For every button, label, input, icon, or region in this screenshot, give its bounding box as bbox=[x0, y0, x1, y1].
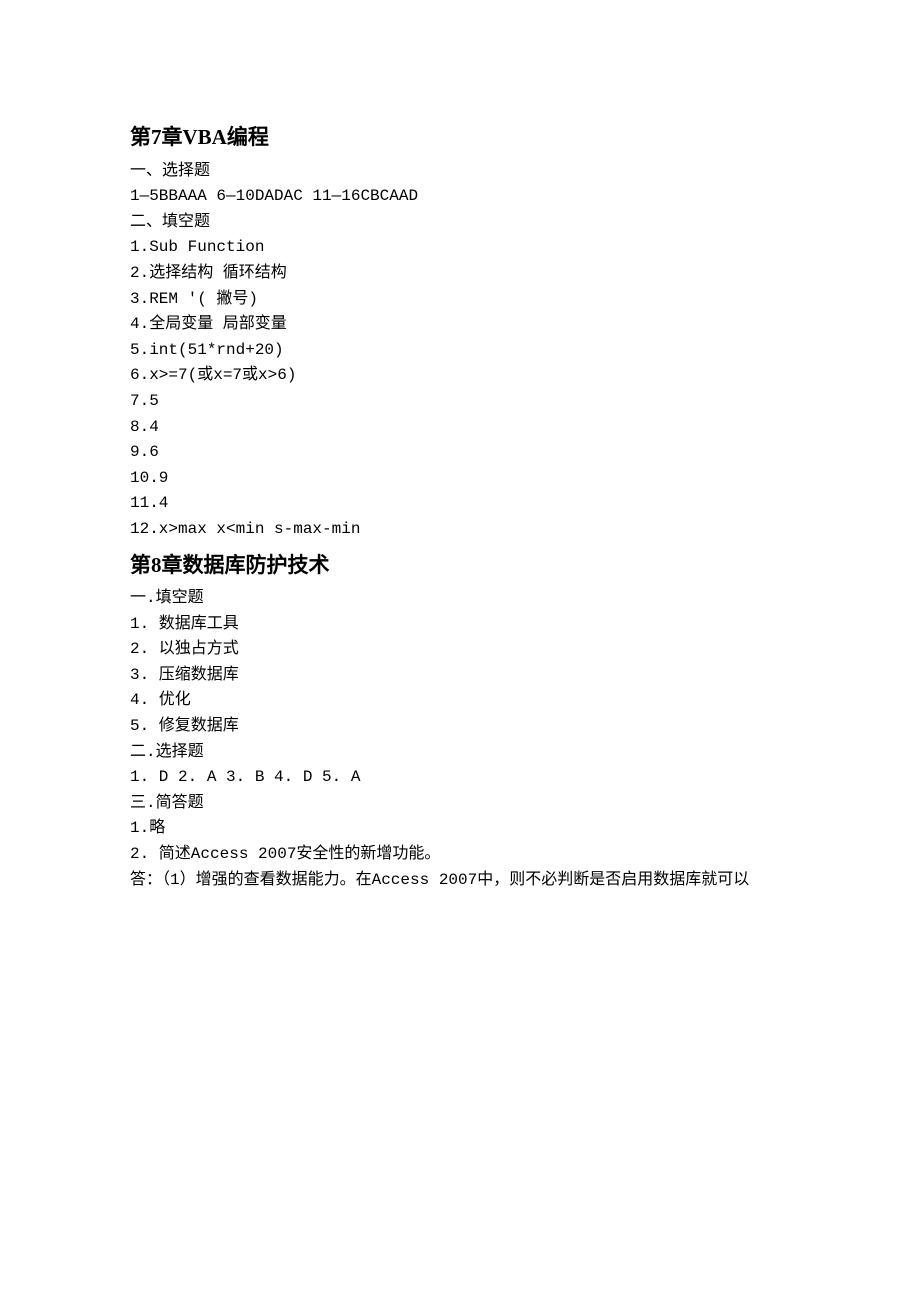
text-line: 8.4 bbox=[130, 415, 790, 441]
text-line: 9.6 bbox=[130, 440, 790, 466]
text-line: 2. 以独占方式 bbox=[130, 637, 790, 663]
document-page: 第7章VBA编程 一、选择题 1—5BBAAA 6—10DADAC 11—16C… bbox=[0, 0, 920, 1302]
text-line: 1. 数据库工具 bbox=[130, 612, 790, 638]
text-line: 2.选择结构 循环结构 bbox=[130, 261, 790, 287]
text-line: 5.int(51*rnd+20) bbox=[130, 338, 790, 364]
section-title: 二.选择题 bbox=[130, 740, 790, 766]
chapter-7-heading: 第7章VBA编程 bbox=[130, 121, 790, 155]
text-line: 答：（1）增强的查看数据能力。在Access 2007中，则不必判断是否启用数据… bbox=[130, 868, 790, 894]
text-line: 5. 修复数据库 bbox=[130, 714, 790, 740]
text-line: 3.REM '( 撇号) bbox=[130, 287, 790, 313]
text-line: 1—5BBAAA 6—10DADAC 11—16CBCAAD bbox=[130, 184, 790, 210]
text-line: 10.9 bbox=[130, 466, 790, 492]
text-line: 4. 优化 bbox=[130, 688, 790, 714]
text-line: 6.x>=7(或x=7或x>6) bbox=[130, 363, 790, 389]
text-line: 7.5 bbox=[130, 389, 790, 415]
section-title: 二、填空题 bbox=[130, 210, 790, 236]
text-line: 2. 简述Access 2007安全性的新增功能。 bbox=[130, 842, 790, 868]
text-line: 1.略 bbox=[130, 816, 790, 842]
text-line: 1. D 2. A 3. B 4. D 5. A bbox=[130, 765, 790, 791]
section-title: 三.简答题 bbox=[130, 791, 790, 817]
text-line: 3. 压缩数据库 bbox=[130, 663, 790, 689]
text-line: 4.全局变量 局部变量 bbox=[130, 312, 790, 338]
section-title: 一、选择题 bbox=[130, 159, 790, 185]
chapter-8-heading: 第8章数据库防护技术 bbox=[130, 549, 790, 583]
text-line: 11.4 bbox=[130, 491, 790, 517]
text-line: 12.x>max x<min s-max-min bbox=[130, 517, 790, 543]
section-title: 一.填空题 bbox=[130, 586, 790, 612]
text-line: 1.Sub Function bbox=[130, 235, 790, 261]
